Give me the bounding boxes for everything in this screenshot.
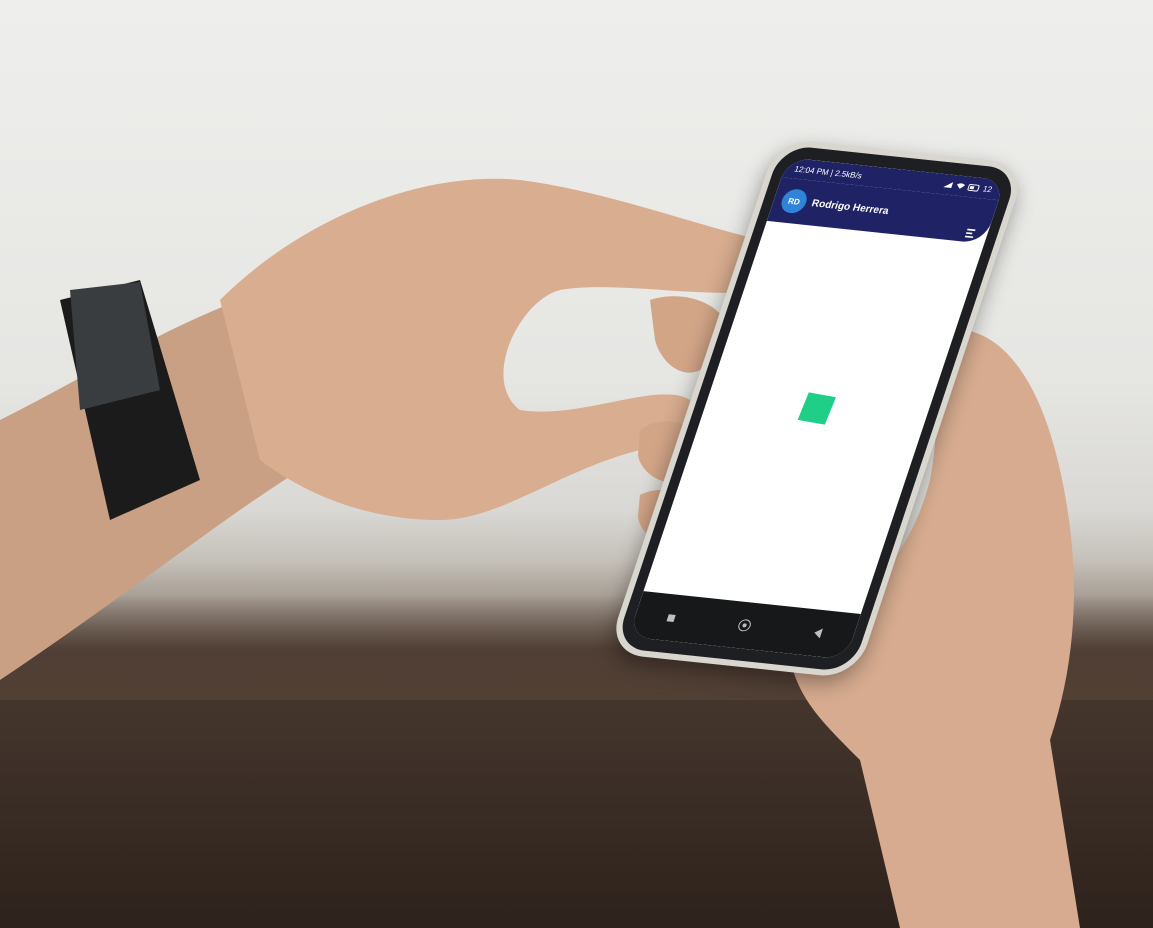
status-indicators: 12 [942,180,994,194]
battery-icon [967,183,980,192]
square-loader-icon [797,392,837,425]
status-time: 12:04 PM | 2.5kB/s [793,163,864,180]
system-nav-bar [628,591,861,660]
menu-button[interactable] [958,223,982,243]
square-icon[interactable] [666,613,676,622]
phone-screen: 12:04 PM | 2.5kB/s 12 RD Rodrigo Herrera [628,157,1006,660]
phone-bezel: 12:04 PM | 2.5kB/s 12 RD Rodrigo Herrera [614,144,1020,673]
user-name: Rodrigo Herrera [810,197,891,217]
phone-device: 12:04 PM | 2.5kB/s 12 RD Rodrigo Herrera [606,138,1028,718]
battery-level: 12 [981,183,994,194]
triangle-back-icon[interactable] [812,627,823,639]
phone-frame: 12:04 PM | 2.5kB/s 12 RD Rodrigo Herrera [606,138,1028,680]
avatar[interactable]: RD [778,188,811,215]
circle-home-icon[interactable] [736,618,753,632]
signal-icon [943,182,954,189]
wifi-icon [957,183,966,189]
menu-lines-icon [964,228,976,239]
